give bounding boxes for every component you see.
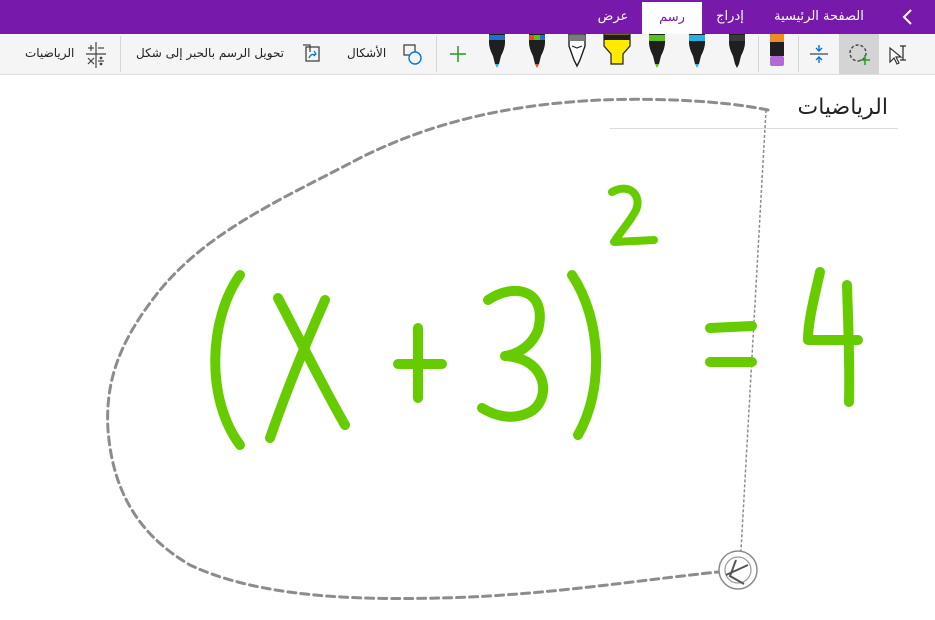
ink-exponent-two — [608, 184, 658, 246]
ink-canvas[interactable] — [0, 0, 935, 620]
lasso-selection-path — [106, 97, 770, 601]
handwritten-equation[interactable] — [210, 184, 863, 450]
ink-equals-top — [705, 321, 757, 333]
ink-open-paren — [210, 270, 245, 450]
ink-three — [477, 285, 549, 422]
rotate-handle-icon[interactable] — [718, 550, 758, 590]
ink-close-paren — [567, 270, 601, 440]
lasso-closing-line — [739, 109, 767, 569]
ink-x-stroke-1 — [273, 293, 350, 430]
ink-four-vertical — [842, 280, 855, 407]
